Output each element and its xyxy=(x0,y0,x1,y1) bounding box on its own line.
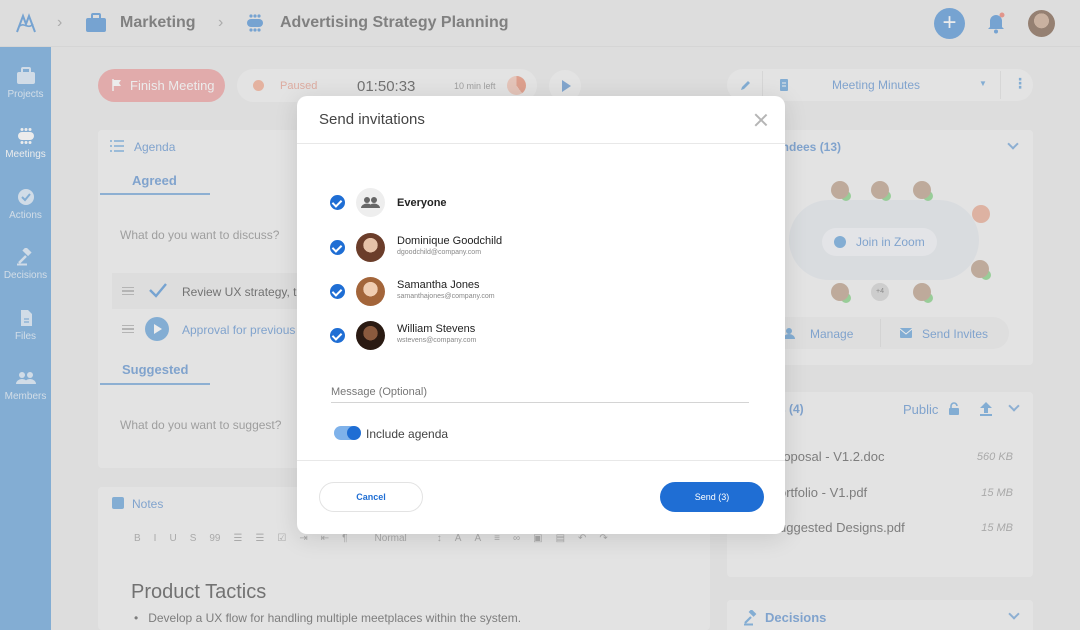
group-avatar xyxy=(356,188,385,217)
send-button[interactable]: Send (3) xyxy=(660,482,764,512)
avatar xyxy=(356,233,385,262)
message-input[interactable] xyxy=(331,381,749,403)
dialog-title: Send invitations xyxy=(319,111,425,128)
invitee-email: samanthajones@company.com xyxy=(397,293,495,300)
avatar xyxy=(356,321,385,350)
checkbox-checked-icon[interactable] xyxy=(330,328,345,343)
divider xyxy=(297,143,785,144)
divider xyxy=(297,460,785,461)
invitee-everyone[interactable]: Everyone xyxy=(330,188,710,218)
avatar xyxy=(356,277,385,306)
invitee-row[interactable]: Samantha Jones samanthajones@company.com xyxy=(330,277,710,307)
send-invitations-dialog: Send invitations Everyone Dominique Good… xyxy=(297,96,785,534)
invitee-name: Everyone xyxy=(397,197,447,209)
invitee-name: William Stevens xyxy=(397,323,476,335)
checkbox-checked-icon[interactable] xyxy=(330,240,345,255)
checkbox-checked-icon[interactable] xyxy=(330,284,345,299)
invitee-row[interactable]: William Stevens wstevens@company.com xyxy=(330,321,710,351)
invitee-email: dgoodchild@company.com xyxy=(397,249,482,256)
close-icon[interactable] xyxy=(755,114,767,126)
checkbox-checked-icon[interactable] xyxy=(330,195,345,210)
include-agenda-label: Include agenda xyxy=(366,427,449,441)
invitee-name: Dominique Goodchild xyxy=(397,235,503,247)
invitee-email: wstevens@company.com xyxy=(397,337,477,344)
people-icon xyxy=(361,197,380,208)
include-agenda-toggle[interactable] xyxy=(334,426,361,440)
invitee-row[interactable]: Dominique Goodchild dgoodchild@company.c… xyxy=(330,233,710,263)
invitee-name: Samantha Jones xyxy=(397,279,480,291)
cancel-button[interactable]: Cancel xyxy=(319,482,423,512)
